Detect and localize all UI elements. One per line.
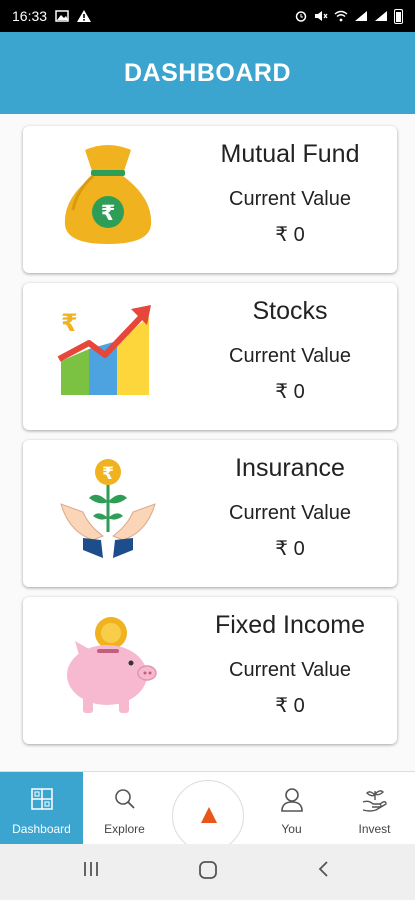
svg-text:₹: ₹ <box>101 201 116 225</box>
mute-icon <box>315 11 328 21</box>
card-title: Mutual Fund <box>220 140 360 168</box>
svg-text:₹: ₹ <box>61 309 78 337</box>
status-time: 16:33 <box>12 8 48 24</box>
warning-icon <box>77 10 92 22</box>
card-title: Insurance <box>235 454 345 482</box>
insurance-card[interactable]: ₹ Insurance Current Value ₹ 0 <box>23 440 397 587</box>
growth-chart-icon: ₹ <box>57 305 151 395</box>
nav-label: Invest <box>358 822 391 836</box>
search-icon <box>114 789 135 809</box>
card-title: Fixed Income <box>214 611 366 639</box>
card-subtitle: Current Value <box>229 345 351 367</box>
wifi-icon <box>334 10 348 22</box>
card-title: Stocks <box>252 297 328 325</box>
card-value: ₹ 0 <box>275 695 305 717</box>
page-title: DASHBOARD <box>124 58 291 87</box>
svg-text:₹: ₹ <box>102 464 114 484</box>
nav-explore[interactable]: Explore <box>83 772 166 845</box>
card-value: ₹ 0 <box>275 538 305 560</box>
app-header: DASHBOARD <box>0 32 415 114</box>
signal-icon <box>375 11 387 21</box>
user-icon <box>280 788 303 812</box>
system-nav-bar <box>0 844 415 900</box>
nav-invest[interactable]: Invest <box>333 772 415 845</box>
invest-icon <box>362 790 387 812</box>
money-bag-icon: ₹ <box>64 145 152 244</box>
piggy-bank-icon <box>67 617 157 713</box>
fixed-income-card[interactable]: Fixed Income Current Value ₹ 0 <box>23 597 397 744</box>
mutual-fund-card[interactable]: ₹ Mutual Fund Current Value ₹ 0 <box>23 126 397 273</box>
triangle-logo-icon <box>201 807 217 823</box>
nav-label: Explore <box>104 822 145 836</box>
grid-icon <box>30 788 53 810</box>
signal-icon <box>355 11 367 21</box>
hands-plant-icon: ₹ <box>60 459 156 558</box>
center-action-button[interactable] <box>172 780 244 852</box>
card-subtitle: Current Value <box>229 502 351 524</box>
card-subtitle: Current Value <box>229 659 351 681</box>
card-value: ₹ 0 <box>275 224 305 246</box>
nav-you[interactable]: You <box>250 772 333 845</box>
card-value: ₹ 0 <box>275 381 305 403</box>
dashboard-content: ₹ Mutual Fund Current Value ₹ 0 ₹ Stocks… <box>0 114 415 771</box>
status-bar: 16:33 <box>0 0 415 32</box>
recent-apps-icon[interactable] <box>82 860 100 878</box>
battery-icon <box>394 8 403 24</box>
nav-label: You <box>281 822 302 836</box>
nav-label: Dashboard <box>12 822 71 836</box>
alarm-icon <box>295 11 307 22</box>
home-icon[interactable] <box>198 860 218 880</box>
gallery-icon <box>55 10 69 22</box>
nav-dashboard[interactable]: Dashboard <box>0 772 83 845</box>
bottom-nav: Dashboard Explore You Invest <box>0 771 415 852</box>
back-icon[interactable] <box>316 860 330 878</box>
card-subtitle: Current Value <box>229 188 351 210</box>
stocks-card[interactable]: ₹ Stocks Current Value ₹ 0 <box>23 283 397 430</box>
